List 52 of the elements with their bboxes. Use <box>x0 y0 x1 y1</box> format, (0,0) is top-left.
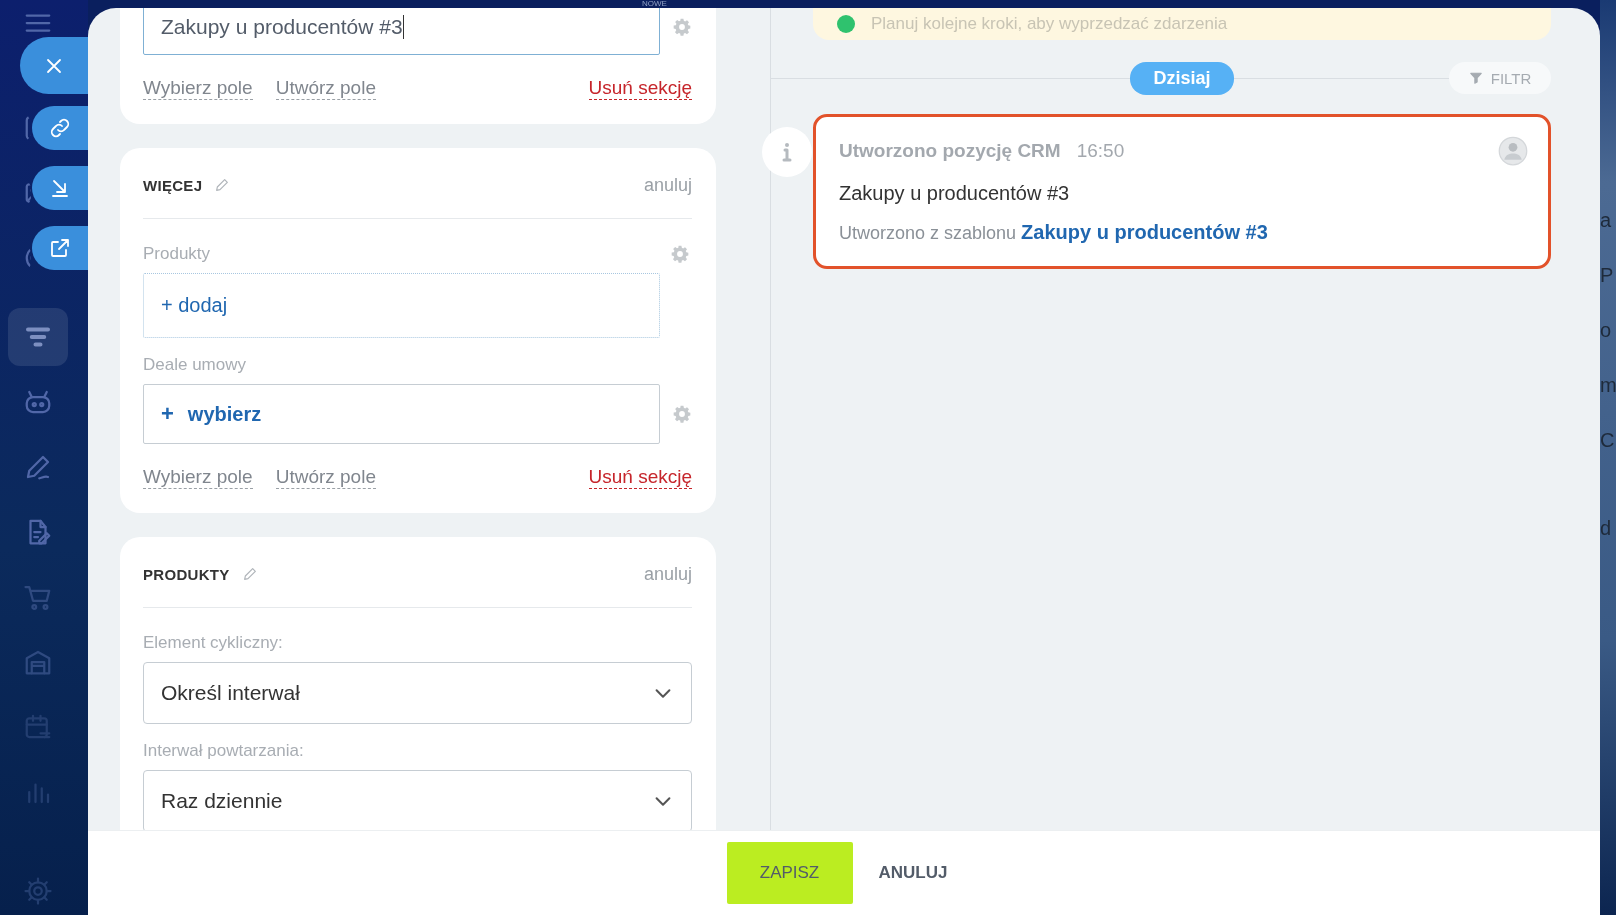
status-icon <box>837 15 855 33</box>
close-button[interactable] <box>20 37 88 94</box>
field-link[interactable]: Utwórz pole <box>275 77 376 100</box>
background-text: P <box>1600 263 1615 287</box>
external-link-icon <box>48 236 72 260</box>
select-field[interactable]: + wybierz <box>143 384 660 444</box>
download-button[interactable] <box>32 166 88 210</box>
cancel-button[interactable]: ANULUJ <box>872 842 948 904</box>
choose-link[interactable]: wybierz <box>187 402 262 426</box>
event-time: 16:50 <box>1076 140 1125 162</box>
sidebar-item[interactable] <box>8 308 68 366</box>
settings-icon[interactable] <box>670 244 690 264</box>
event-title: Utworzono pozycję CRM <box>839 140 1061 162</box>
link-button[interactable] <box>32 106 88 150</box>
tab-label: NOWE <box>642 0 667 8</box>
date-badge: Dzisiaj <box>1130 61 1234 95</box>
settings-icon[interactable] <box>672 404 692 424</box>
field-label: Deale umowy <box>143 355 247 375</box>
add-field[interactable]: + dodaj <box>143 273 660 338</box>
field-label: Interwał powtarzania: <box>143 741 305 761</box>
event-source: Utworzono z szablonu Zakupy u producentów #3 <box>839 221 1269 244</box>
pencil-icon[interactable] <box>241 566 258 582</box>
external-link-button[interactable] <box>32 226 88 270</box>
plus-icon: + <box>161 401 174 427</box>
pencil-icon[interactable] <box>214 177 231 193</box>
remove-section-link[interactable]: Usuń sekcję <box>588 77 692 100</box>
link-icon <box>48 116 72 140</box>
template-link[interactable]: Zakupy u producentów #3 <box>1021 221 1268 243</box>
background-text: m <box>1600 373 1616 397</box>
background-text: d <box>1600 516 1613 540</box>
field-link[interactable]: Utwórz pole <box>275 466 376 489</box>
background-text: o <box>1600 318 1613 342</box>
remove-section-link[interactable]: Usuń sekcję <box>588 466 692 489</box>
filter-icon <box>1468 71 1483 85</box>
dropdown[interactable]: Raz dziennie <box>143 770 692 830</box>
background-text: a <box>1600 208 1613 232</box>
info-icon <box>762 127 812 177</box>
dropdown[interactable]: Określ interwał <box>143 662 692 724</box>
field-label: Element cykliczny: <box>143 633 284 653</box>
settings-icon <box>23 876 53 906</box>
section-title: WIĘCEJ <box>143 176 203 194</box>
background-text: C <box>1600 428 1616 452</box>
save-button[interactable]: ZAPISZ <box>726 842 853 904</box>
field-label: Produkty <box>143 244 212 264</box>
add-link[interactable]: + dodaj <box>161 294 228 317</box>
section-title: PRODUKTY <box>143 565 230 583</box>
settings-icon[interactable] <box>672 17 692 37</box>
event-text: Zakupy u producentów #3 <box>839 182 1071 205</box>
field-link[interactable]: Wybierz pole <box>143 466 253 489</box>
field-link[interactable]: Wybierz pole <box>143 77 253 100</box>
input-field[interactable]: Zakupy u producentów #3 <box>143 8 660 55</box>
avatar-icon <box>1498 136 1528 166</box>
